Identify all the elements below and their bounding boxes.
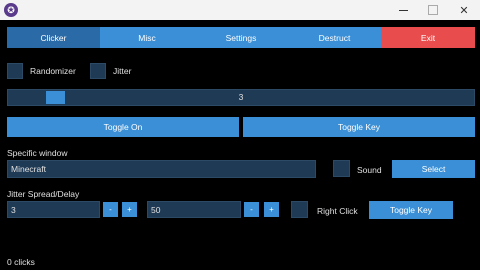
app-icon: ✪	[4, 3, 18, 17]
tab-bar: Clicker Misc Settings Destruct Exit	[7, 27, 475, 48]
slider-value: 3	[238, 92, 244, 102]
close-icon: ✕	[459, 4, 469, 17]
delay-decrement-button[interactable]: -	[244, 202, 259, 217]
toggle-key-button[interactable]: Toggle Key	[243, 117, 475, 137]
right-click-toggle-key-button[interactable]: Toggle Key	[369, 201, 453, 219]
sound-checkbox[interactable]	[333, 160, 350, 177]
spread-input[interactable]: 3	[7, 201, 100, 218]
click-count-status: 0 clicks	[7, 257, 35, 267]
right-click-checkbox[interactable]	[291, 201, 308, 218]
delay-increment-button[interactable]: +	[264, 202, 279, 217]
randomizer-checkbox[interactable]	[7, 63, 23, 79]
minimize-button[interactable]	[388, 0, 418, 20]
tab-exit[interactable]: Exit	[381, 27, 475, 48]
randomizer-label: Randomizer	[30, 66, 76, 76]
sound-label: Sound	[357, 165, 382, 175]
tab-destruct[interactable]: Destruct	[288, 27, 381, 48]
tab-clicker[interactable]: Clicker	[7, 27, 100, 48]
tab-misc[interactable]: Misc	[100, 27, 194, 48]
maximize-button[interactable]	[418, 0, 448, 20]
delay-input[interactable]: 50	[147, 201, 241, 218]
right-click-label: Right Click	[317, 206, 358, 216]
window-input[interactable]: Minecraft	[7, 160, 316, 178]
spread-decrement-button[interactable]: -	[103, 202, 118, 217]
specific-window-heading: Specific window	[7, 148, 68, 158]
toggle-on-button[interactable]: Toggle On	[7, 117, 239, 137]
maximize-icon	[428, 5, 438, 15]
close-button[interactable]: ✕	[449, 0, 479, 20]
cps-slider[interactable]: 3	[7, 89, 475, 106]
select-button[interactable]: Select	[392, 160, 475, 178]
tab-settings[interactable]: Settings	[194, 27, 288, 48]
minimize-icon	[398, 9, 408, 11]
jitter-label: Jitter	[113, 66, 132, 76]
title-bar: ✪ ✕	[0, 0, 480, 20]
spread-increment-button[interactable]: +	[122, 202, 137, 217]
jitter-spread-heading: Jitter Spread/Delay	[7, 189, 80, 199]
jitter-checkbox[interactable]	[90, 63, 106, 79]
